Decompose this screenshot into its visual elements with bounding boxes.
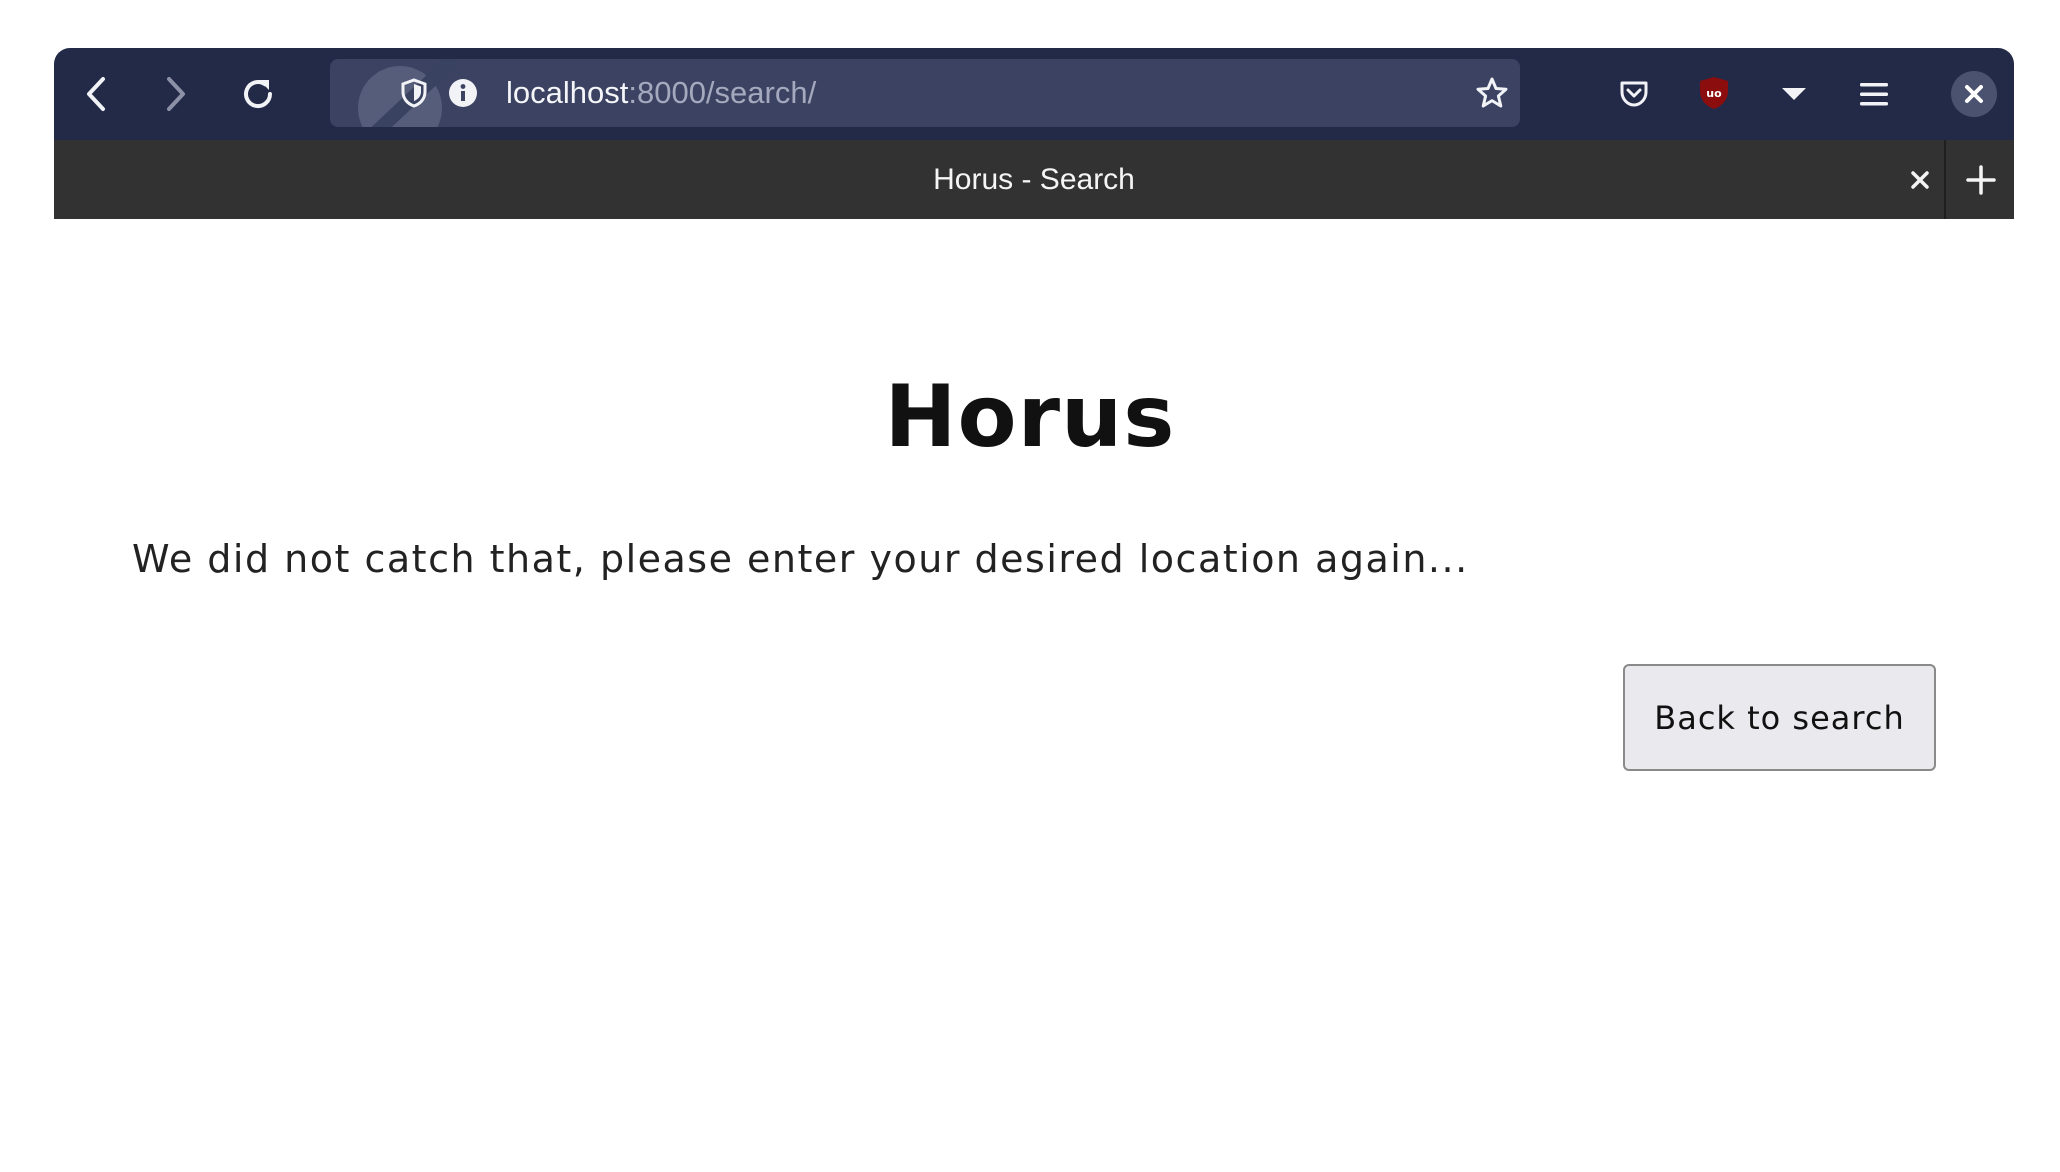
close-tab-icon[interactable] (1890, 140, 1950, 219)
tab-strip: Horus - Search (54, 140, 2014, 219)
page-title: Horus (884, 367, 1176, 467)
forward-arrow-icon[interactable] (156, 74, 196, 114)
close-window-icon[interactable] (1950, 70, 1998, 118)
browser-window: localhost:8000/search/ uo Horus - Search (54, 48, 2014, 219)
back-to-search-button[interactable]: Back to search (1623, 664, 1936, 771)
url-text[interactable]: localhost:8000/search/ (506, 59, 816, 127)
back-arrow-icon[interactable] (76, 74, 116, 114)
tracking-protection-shield-icon[interactable] (398, 77, 430, 109)
url-path: :8000/search/ (628, 75, 817, 110)
new-tab-plus-icon[interactable] (1944, 140, 2016, 219)
dropdown-arrow-icon[interactable] (1774, 74, 1814, 114)
hamburger-menu-icon[interactable] (1854, 74, 1894, 114)
error-message: We did not catch that, please enter your… (132, 537, 1469, 581)
page-content: Horus We did not catch that, please ente… (0, 219, 2060, 1172)
address-bar[interactable]: localhost:8000/search/ (330, 59, 1520, 127)
site-info-icon[interactable] (447, 77, 479, 109)
pocket-icon[interactable] (1614, 74, 1654, 114)
svg-text:uo: uo (1706, 87, 1722, 100)
bookmark-star-icon[interactable] (1472, 73, 1512, 113)
ublock-origin-icon[interactable]: uo (1694, 72, 1734, 114)
navigation-toolbar: localhost:8000/search/ uo (54, 48, 2014, 140)
url-host: localhost (506, 75, 629, 110)
tab-title[interactable]: Horus - Search (54, 140, 2014, 219)
reload-icon[interactable] (236, 72, 280, 116)
